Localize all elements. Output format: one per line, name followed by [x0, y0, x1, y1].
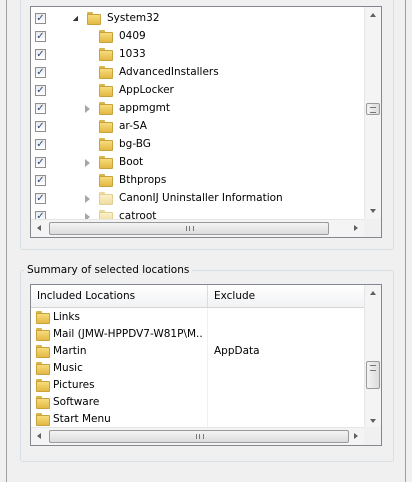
summary-list-header: Included Locations Exclude [31, 285, 365, 308]
checkbox[interactable]: ✓ [35, 67, 46, 78]
list-item[interactable]: Software [31, 394, 365, 411]
checkbox[interactable]: ✓ [35, 31, 46, 42]
tree-item-label: AppLocker [119, 84, 174, 96]
tree-item[interactable]: ✓ 1033 [31, 46, 365, 64]
tree-item-label: AdvancedInstallers [119, 66, 219, 78]
list-item[interactable]: Mail (JMW-HPPDV7-W81P\M... [31, 326, 365, 343]
expand-arrow-icon[interactable] [85, 195, 90, 203]
list-item[interactable]: Links [31, 309, 365, 326]
scroll-corner [364, 427, 381, 445]
list-item[interactable]: Start Menu [31, 411, 365, 428]
summary-vertical-scrollbar[interactable] [364, 285, 381, 429]
scroll-left-arrow-icon[interactable] [37, 433, 41, 439]
folder-icon [99, 174, 113, 187]
tree-item[interactable]: ✓ System32 [31, 10, 365, 28]
included-location-cell: Mail (JMW-HPPDV7-W81P\M... [53, 328, 203, 340]
folder-icon [99, 192, 113, 205]
tree-item[interactable]: ✓ 0409 [31, 28, 365, 46]
collapse-arrow-icon[interactable] [73, 16, 78, 21]
folder-icon [36, 362, 50, 375]
checkbox[interactable]: ✓ [35, 49, 46, 60]
scroll-right-arrow-icon[interactable] [354, 433, 358, 439]
folder-icon [99, 30, 113, 43]
tree-item[interactable]: ✓ CanonIJ Uninstaller Information [31, 190, 365, 208]
tree-item-label: Bthprops [119, 174, 167, 186]
tree-item-label: CanonIJ Uninstaller Information [119, 192, 283, 204]
tree-item-label: 0409 [119, 30, 146, 42]
folder-tree[interactable]: ✓ System32 ✓ 0409 ✓ 1033 ✓ AdvancedInstallers ✓ A… [30, 6, 382, 238]
tree-horizontal-scrollbar[interactable] [31, 219, 364, 237]
scroll-up-arrow-icon[interactable] [370, 13, 376, 17]
folder-icon [36, 311, 50, 324]
list-item[interactable]: Music [31, 360, 365, 377]
checkbox[interactable]: ✓ [35, 157, 46, 168]
tree-horizontal-scroll-thumb[interactable] [49, 222, 329, 235]
checkbox[interactable]: ✓ [35, 193, 46, 204]
summary-horizontal-scroll-thumb[interactable] [49, 430, 349, 443]
scroll-corner [364, 219, 381, 237]
column-header-included-locations[interactable]: Included Locations [31, 285, 208, 307]
tree-item-label: 1033 [119, 48, 146, 60]
scroll-down-arrow-icon[interactable] [370, 419, 376, 423]
tree-item-label: ar-SA [119, 120, 147, 132]
folder-icon [99, 48, 113, 61]
summary-vertical-scroll-thumb[interactable] [366, 361, 380, 389]
column-header-exclude[interactable]: Exclude [208, 285, 365, 307]
scroll-left-arrow-icon[interactable] [37, 225, 41, 231]
included-location-cell: Software [53, 396, 100, 408]
folder-icon [36, 345, 50, 358]
included-location-cell: Pictures [53, 379, 95, 391]
scroll-up-arrow-icon[interactable] [370, 291, 376, 295]
scroll-down-arrow-icon[interactable] [370, 209, 376, 213]
tree-item[interactable]: ✓ AppLocker [31, 82, 365, 100]
checkbox[interactable]: ✓ [35, 139, 46, 150]
checkbox[interactable]: ✓ [35, 175, 46, 186]
list-item[interactable]: Martin AppData [31, 343, 365, 360]
scroll-right-arrow-icon[interactable] [354, 225, 358, 231]
checkbox[interactable]: ✓ [35, 121, 46, 132]
folder-icon [99, 84, 113, 97]
summary-list[interactable]: Included Locations Exclude Links Mail (JM… [30, 284, 382, 446]
tree-item[interactable]: ✓ appmgmt [31, 100, 365, 118]
checkbox[interactable]: ✓ [35, 85, 46, 96]
folder-icon [99, 138, 113, 151]
tree-item-label: bg-BG [119, 138, 151, 150]
tree-item[interactable]: ✓ Boot [31, 154, 365, 172]
folder-icon [99, 102, 113, 115]
folder-icon [36, 396, 50, 409]
folder-icon [99, 66, 113, 79]
checkbox[interactable]: ✓ [35, 103, 46, 114]
tree-item-label: Boot [119, 156, 144, 168]
summary-horizontal-scrollbar[interactable] [31, 427, 364, 445]
exclude-cell: AppData [214, 345, 260, 357]
folder-icon [36, 413, 50, 426]
tree-vertical-scroll-thumb[interactable] [366, 103, 380, 115]
list-item[interactable]: Pictures [31, 377, 365, 394]
tree-item[interactable]: ✓ AdvancedInstallers [31, 64, 365, 82]
folder-icon [36, 328, 50, 341]
folder-icon [99, 120, 113, 133]
expand-arrow-icon[interactable] [85, 105, 90, 113]
included-location-cell: Martin [53, 345, 87, 357]
included-location-cell: Start Menu [53, 413, 111, 425]
checkbox[interactable]: ✓ [35, 13, 46, 24]
expand-arrow-icon[interactable] [85, 159, 90, 167]
folder-icon [87, 12, 101, 25]
tree-item-label: System32 [107, 12, 160, 24]
summary-group-label: Summary of selected locations [24, 264, 193, 276]
included-location-cell: Music [53, 362, 83, 374]
folder-icon [36, 379, 50, 392]
tree-vertical-scrollbar[interactable] [364, 7, 381, 219]
included-location-cell: Links [53, 311, 80, 323]
tree-item-label: appmgmt [119, 102, 171, 114]
tree-item[interactable]: ✓ ar-SA [31, 118, 365, 136]
tree-item[interactable]: ✓ Bthprops [31, 172, 365, 190]
tree-item[interactable]: ✓ bg-BG [31, 136, 365, 154]
folder-icon [99, 156, 113, 169]
